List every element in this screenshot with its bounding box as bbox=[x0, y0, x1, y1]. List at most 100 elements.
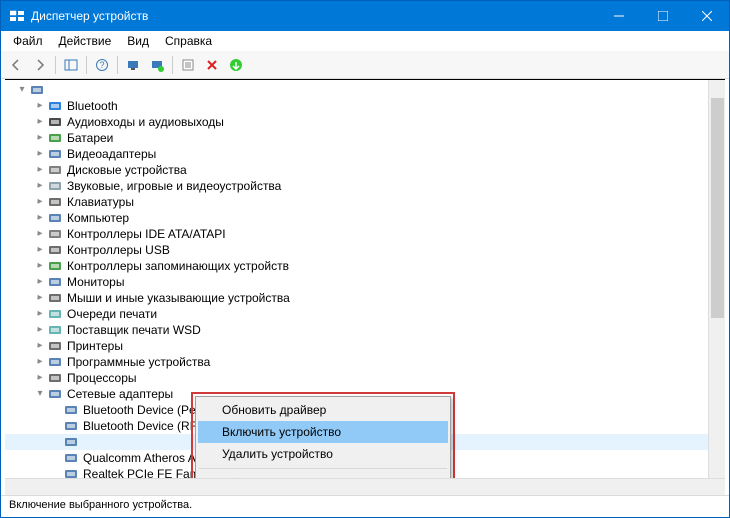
audio-icon bbox=[47, 114, 63, 130]
expander-icon[interactable]: ▸ bbox=[33, 307, 47, 321]
menu-help[interactable]: Справка bbox=[157, 33, 220, 49]
expander-icon[interactable]: ▸ bbox=[33, 99, 47, 113]
ctx-update-driver[interactable]: Обновить драйвер bbox=[198, 399, 448, 421]
expander-icon[interactable]: ▸ bbox=[33, 227, 47, 241]
expander-icon[interactable]: ▸ bbox=[33, 131, 47, 145]
menu-action[interactable]: Действие bbox=[51, 33, 120, 49]
expander-icon[interactable]: ▸ bbox=[33, 147, 47, 161]
close-button[interactable] bbox=[685, 1, 729, 31]
expander-icon[interactable]: ▾ bbox=[33, 387, 47, 401]
tree-category-label: Видеоадаптеры bbox=[67, 146, 156, 162]
titlebar: Диспетчер устройств bbox=[1, 1, 729, 31]
tree-category-label: Поставщик печати WSD bbox=[67, 322, 201, 338]
net-icon bbox=[63, 418, 79, 434]
expander-spacer bbox=[49, 451, 63, 465]
help-button[interactable]: ? bbox=[91, 54, 113, 76]
tree-category[interactable]: ▸ Мониторы bbox=[5, 274, 725, 290]
tree-category[interactable]: ▸ Bluetooth bbox=[5, 98, 725, 114]
tree-category[interactable]: ▸ Дисковые устройства bbox=[5, 162, 725, 178]
expander-icon[interactable]: ▸ bbox=[33, 115, 47, 129]
scan-hardware-button[interactable] bbox=[122, 54, 144, 76]
expander-icon[interactable]: ▸ bbox=[33, 163, 47, 177]
tree-category[interactable]: ▸ Компьютер bbox=[5, 210, 725, 226]
printq-icon bbox=[47, 306, 63, 322]
expander-spacer bbox=[49, 403, 63, 417]
enable-button[interactable] bbox=[225, 54, 247, 76]
menu-file[interactable]: Файл bbox=[5, 33, 51, 49]
expander-icon[interactable]: ▸ bbox=[33, 179, 47, 193]
expander-icon[interactable]: ▸ bbox=[33, 259, 47, 273]
scan-hardware-2-button[interactable] bbox=[146, 54, 168, 76]
scrollbar-thumb[interactable] bbox=[711, 98, 724, 318]
tree-category-label: Процессоры bbox=[67, 370, 137, 386]
tree-category[interactable]: ▸ Видеоадаптеры bbox=[5, 146, 725, 162]
content-area: ▾ ▸ Bluetooth ▸ Аудиовходы и аудиовыходы… bbox=[5, 79, 725, 478]
tree-category[interactable]: ▸ Программные устройства bbox=[5, 354, 725, 370]
ctx-divider bbox=[199, 468, 447, 469]
expander-icon[interactable]: ▸ bbox=[33, 211, 47, 225]
ctx-scan-hardware[interactable]: Обновить конфигурацию оборудования bbox=[198, 472, 448, 478]
maximize-button[interactable] bbox=[641, 1, 685, 31]
show-hide-tree-button[interactable] bbox=[60, 54, 82, 76]
tree-category-label: Клавиатуры bbox=[67, 194, 134, 210]
expander-icon[interactable]: ▾ bbox=[15, 83, 29, 97]
ctx-remove-device[interactable]: Удалить устройство bbox=[198, 443, 448, 465]
expander-icon[interactable]: ▸ bbox=[33, 355, 47, 369]
tree-category[interactable]: ▸ Аудиовходы и аудиовыходы bbox=[5, 114, 725, 130]
device-manager-window: Диспетчер устройств Файл Действие Вид Сп… bbox=[0, 0, 730, 518]
vertical-scrollbar[interactable] bbox=[708, 80, 725, 478]
tree-category[interactable]: ▸ Принтеры bbox=[5, 338, 725, 354]
soft-icon bbox=[47, 354, 63, 370]
net-icon bbox=[63, 466, 79, 478]
tree-category-label: Звуковые, игровые и видеоустройства bbox=[67, 178, 281, 194]
expander-icon[interactable]: ▸ bbox=[33, 339, 47, 353]
minimize-button[interactable] bbox=[597, 1, 641, 31]
toolbar-separator bbox=[86, 56, 87, 74]
tree-category-label: Bluetooth bbox=[67, 98, 118, 114]
tree-category-label: Батареи bbox=[67, 130, 113, 146]
toolbar-separator bbox=[55, 56, 56, 74]
battery-icon bbox=[47, 130, 63, 146]
horizontal-scrollbar[interactable] bbox=[5, 478, 725, 495]
tree-category-label: Мониторы bbox=[67, 274, 124, 290]
computer-icon bbox=[47, 210, 63, 226]
ctx-enable-device[interactable]: Включить устройство bbox=[198, 421, 448, 443]
expander-spacer bbox=[49, 467, 63, 478]
computer-icon bbox=[29, 82, 45, 98]
uninstall-button[interactable] bbox=[201, 54, 223, 76]
ide-icon bbox=[47, 226, 63, 242]
expander-icon[interactable]: ▸ bbox=[33, 323, 47, 337]
properties-button[interactable] bbox=[177, 54, 199, 76]
back-button[interactable] bbox=[5, 54, 27, 76]
expander-icon[interactable]: ▸ bbox=[33, 371, 47, 385]
forward-button[interactable] bbox=[29, 54, 51, 76]
expander-icon[interactable]: ▸ bbox=[33, 275, 47, 289]
expander-icon[interactable]: ▸ bbox=[33, 291, 47, 305]
tree-category[interactable]: ▸ Очереди печати bbox=[5, 306, 725, 322]
tree-category[interactable]: ▸ Клавиатуры bbox=[5, 194, 725, 210]
disk-icon bbox=[47, 162, 63, 178]
tree-category[interactable]: ▸ Контроллеры IDE ATA/ATAPI bbox=[5, 226, 725, 242]
tree-category-label: Принтеры bbox=[67, 338, 123, 354]
tree-category-label: Компьютер bbox=[67, 210, 129, 226]
tree-root[interactable]: ▾ bbox=[5, 82, 725, 98]
keyboard-icon bbox=[47, 194, 63, 210]
storage-icon bbox=[47, 258, 63, 274]
window-title: Диспетчер устройств bbox=[31, 9, 597, 23]
tree-category[interactable]: ▸ Мыши и иные указывающие устройства bbox=[5, 290, 725, 306]
menu-view[interactable]: Вид bbox=[119, 33, 157, 49]
expander-spacer bbox=[49, 419, 63, 433]
context-menu: Обновить драйвер Включить устройство Уда… bbox=[195, 396, 451, 478]
display-icon bbox=[47, 146, 63, 162]
tree-category[interactable]: ▸ Процессоры bbox=[5, 370, 725, 386]
tree-category[interactable]: ▸ Поставщик печати WSD bbox=[5, 322, 725, 338]
expander-icon[interactable]: ▸ bbox=[33, 243, 47, 257]
cpu-icon bbox=[47, 370, 63, 386]
expander-icon[interactable]: ▸ bbox=[33, 195, 47, 209]
tree-category[interactable]: ▸ Контроллеры запоминающих устройств bbox=[5, 258, 725, 274]
monitor-icon bbox=[47, 274, 63, 290]
toolbar-separator bbox=[117, 56, 118, 74]
tree-category[interactable]: ▸ Батареи bbox=[5, 130, 725, 146]
tree-category[interactable]: ▸ Звуковые, игровые и видеоустройства bbox=[5, 178, 725, 194]
tree-category[interactable]: ▸ Контроллеры USB bbox=[5, 242, 725, 258]
